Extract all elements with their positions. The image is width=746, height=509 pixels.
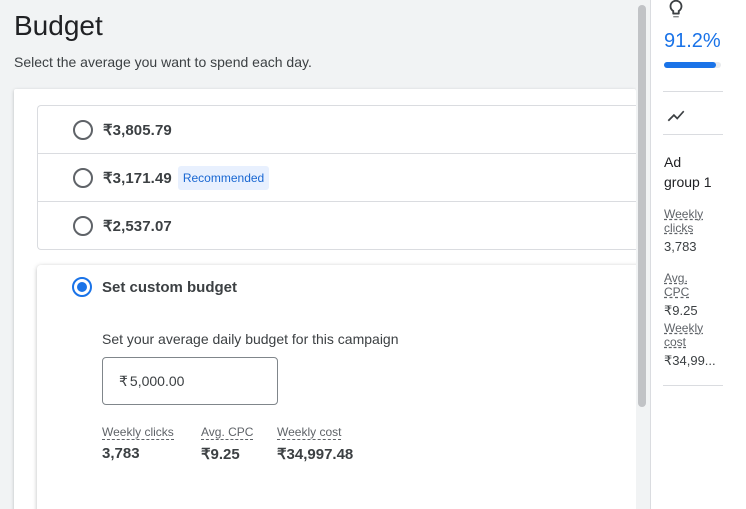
budget-card: ₹3,805.79 ₹3,171.49 Recommended ₹2,537.0… xyxy=(14,89,636,509)
weekly-cost-stat: Weekly cost ₹34,997.48 xyxy=(277,423,353,463)
page-subtitle: Select the average you want to spend eac… xyxy=(14,54,312,70)
currency-symbol: ₹ xyxy=(119,372,128,389)
stat-label: Weekly cost xyxy=(664,321,714,349)
budget-option-amount: ₹3,805.79 xyxy=(103,121,172,139)
sidebar-weekly-cost: Weekly cost ₹34,99... xyxy=(664,321,716,369)
lightbulb-icon[interactable] xyxy=(665,0,687,25)
sidebar-weekly-clicks: Weekly clicks 3,783 xyxy=(664,207,714,254)
custom-budget-title: Set custom budget xyxy=(102,278,238,296)
budget-option-amount: ₹3,171.49 xyxy=(103,169,172,187)
weekly-clicks-stat: Weekly clicks 3,783 xyxy=(102,423,174,462)
radio-button-unchecked[interactable] xyxy=(73,167,93,188)
budget-option-2[interactable]: ₹3,171.49 Recommended xyxy=(37,153,636,202)
stat-value: 3,783 xyxy=(102,445,140,462)
ad-group-line2: group 1 xyxy=(664,174,712,190)
stat-label: Weekly cost xyxy=(277,425,342,440)
custom-budget-header[interactable]: Set custom budget xyxy=(37,277,237,297)
stat-value: ₹9.25 xyxy=(664,303,698,318)
avg-cpc-stat: Avg. CPC ₹9.25 xyxy=(201,423,254,463)
page-title: Budget xyxy=(14,10,103,41)
budget-option-amount: ₹2,537.07 xyxy=(103,217,172,235)
summary-sidebar: 91.2% Ad group 1 Weekly clicks 3,783 Avg… xyxy=(650,0,746,509)
stat-label: Weekly clicks xyxy=(102,425,174,440)
stat-value: ₹9.25 xyxy=(201,446,240,463)
custom-budget-panel[interactable]: Set custom budget Set your average daily… xyxy=(37,265,636,509)
radio-button-unchecked[interactable] xyxy=(73,215,93,236)
sidebar-avg-cpc: Avg. CPC ₹9.25 xyxy=(664,271,714,319)
custom-budget-description: Set your average daily budget for this c… xyxy=(102,331,399,347)
stat-label: Avg. CPC xyxy=(664,271,690,299)
budget-option-3[interactable]: ₹2,537.07 xyxy=(37,201,636,250)
budget-option-1[interactable]: ₹3,805.79 xyxy=(37,105,636,154)
score-bar-fill xyxy=(664,62,716,68)
scrollbar-thumb[interactable] xyxy=(638,5,646,407)
radio-button-unchecked[interactable] xyxy=(73,119,93,140)
stat-label: Weekly clicks xyxy=(664,207,714,235)
daily-budget-input[interactable] xyxy=(129,373,260,389)
recommended-badge: Recommended xyxy=(177,165,270,190)
stat-label-line1: Weekly xyxy=(664,207,704,221)
trending-icon[interactable] xyxy=(665,106,687,131)
radio-button-checked[interactable] xyxy=(72,277,92,297)
stat-value: 3,783 xyxy=(664,239,697,254)
divider xyxy=(663,91,723,92)
optimization-score[interactable]: 91.2% xyxy=(664,30,721,53)
stat-value: ₹34,997.48 xyxy=(277,446,354,463)
daily-budget-field[interactable]: ₹ xyxy=(102,357,278,405)
ad-group-line1: Ad xyxy=(664,154,682,170)
stat-label-line1: Weekly xyxy=(664,321,704,335)
stat-label-line2: clicks xyxy=(664,221,694,235)
stat-label-line2: cost xyxy=(664,335,687,349)
divider xyxy=(663,134,723,135)
vertical-scrollbar[interactable] xyxy=(636,0,649,509)
stat-value: ₹34,99... xyxy=(664,353,716,368)
stat-label: Avg. CPC xyxy=(201,425,254,440)
ad-group-name: Ad group 1 xyxy=(664,152,724,192)
divider xyxy=(663,385,723,386)
